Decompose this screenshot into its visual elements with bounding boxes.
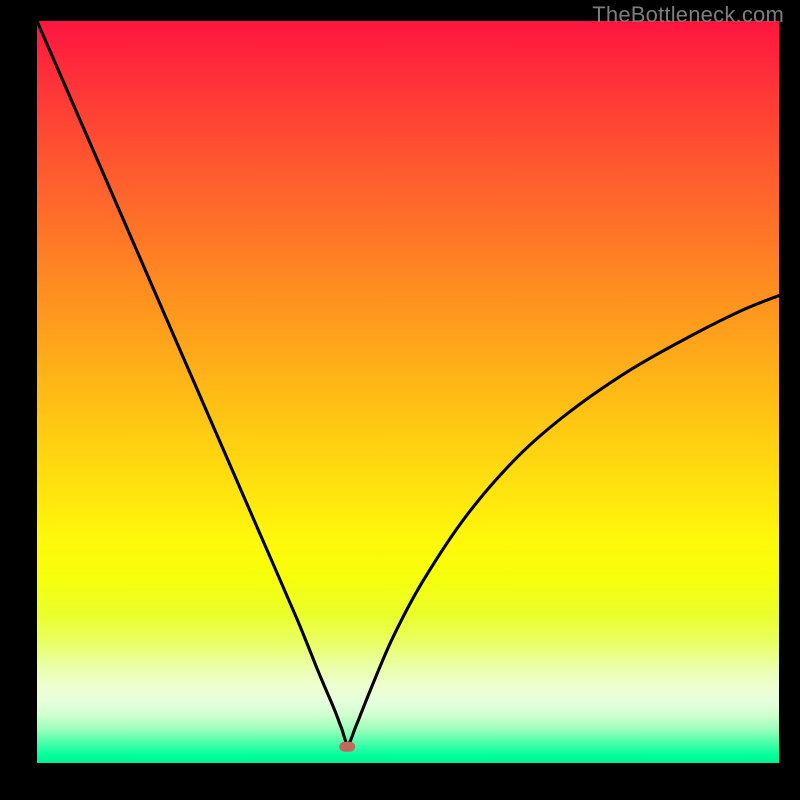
chart-frame: TheBottleneck.com [0,0,800,800]
bottleneck-curve-path [37,21,779,744]
minimum-marker [339,742,355,752]
chart-plot-area [37,21,779,763]
watermark-text: TheBottleneck.com [592,2,784,28]
bottleneck-curve-svg [37,21,779,763]
